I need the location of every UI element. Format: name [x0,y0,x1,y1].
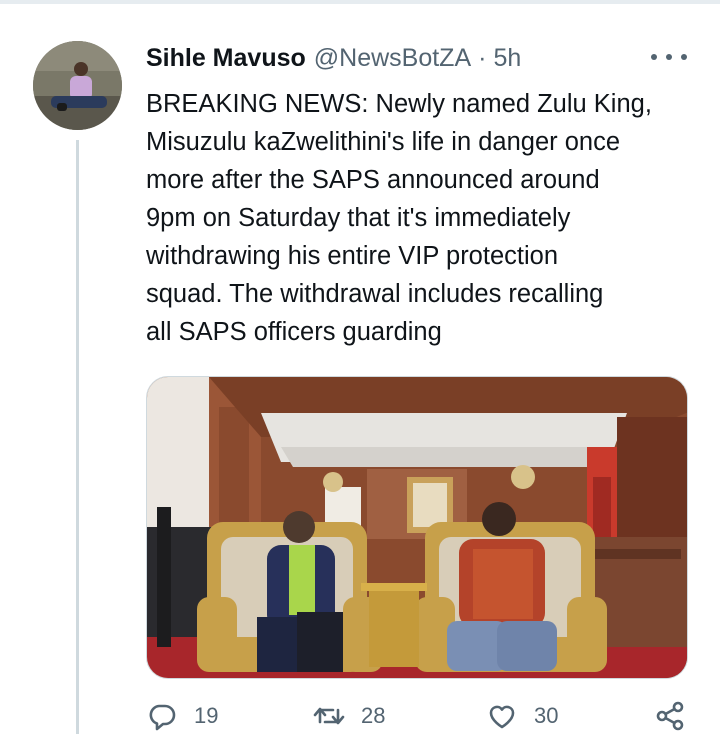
tweet-header: Sihle Mavuso @NewsBotZA · 5h [146,44,521,76]
top-divider [0,0,720,4]
separator-dot: · [478,44,487,72]
retweet-button[interactable]: 28 [313,700,385,732]
thread-line [76,140,79,734]
reply-button[interactable]: 19 [146,700,218,732]
retweet-icon [313,707,345,725]
more-dot [651,54,657,60]
share-button[interactable] [654,700,686,732]
more-dots-icon[interactable] [651,45,687,69]
timestamp[interactable]: 5h [493,44,521,73]
tweet-photo[interactable] [146,376,688,679]
tweet-text: BREAKING NEWS: Newly named Zulu King, Mi… [146,90,652,346]
share-icon [656,701,684,731]
heart-icon [489,705,515,729]
more-dot [666,54,672,60]
reply-count: 19 [194,703,219,728]
tweet-actions: 19 28 30 [146,700,706,740]
author-handle[interactable]: @NewsBotZA [314,44,471,73]
like-button[interactable]: 30 [486,700,558,732]
retweet-count: 28 [361,703,386,728]
author-name[interactable]: Sihle Mavuso [146,44,306,73]
more-dot [681,54,687,60]
like-count: 30 [534,703,559,728]
reply-icon [149,704,176,731]
avatar[interactable] [33,41,122,130]
